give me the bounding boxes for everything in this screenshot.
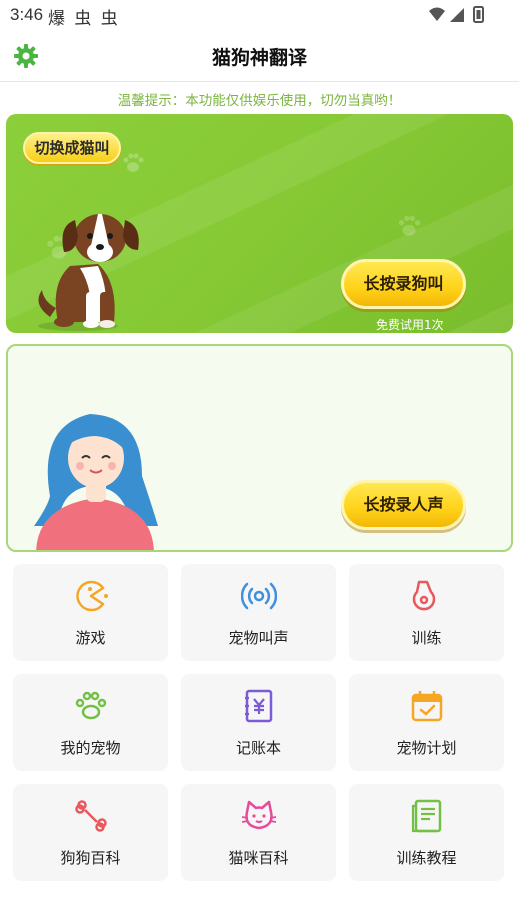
grid-item-dog-encyclopedia[interactable]: 狗狗百科 [13, 784, 168, 881]
grid-item-label: 游戏 [75, 629, 106, 647]
grid-item-label: 训练教程 [396, 849, 457, 867]
book-icon [411, 799, 441, 833]
dog-illustration [38, 214, 139, 331]
paw-print-decoration [123, 153, 144, 172]
grid-item-label: 记账本 [235, 739, 281, 757]
broadcast-icon [240, 582, 277, 610]
status-app-notifications: 爆 虫 虫 [48, 9, 120, 29]
bone-icon [74, 800, 107, 832]
grid-item-label: 狗狗百科 [60, 849, 121, 867]
grid-item-label: 训练 [411, 629, 442, 647]
grid-item-pet-sounds[interactable]: 宠物叫声 [181, 564, 336, 661]
woman-illustration [34, 414, 158, 550]
switch-to-cat-button[interactable]: 切换成猫叫 [23, 132, 121, 164]
signal-icon [450, 8, 464, 22]
grid-item-pet-plan[interactable]: 宠物计划 [349, 674, 504, 771]
grid-item-label: 猫咪百科 [228, 849, 289, 867]
human-translate-card: 长按录人声 [6, 344, 513, 552]
grid-item-training-tutorial[interactable]: 训练教程 [349, 784, 504, 881]
grid-item-cat-encyclopedia[interactable]: 猫咪百科 [181, 784, 336, 881]
grid-item-label: 宠物计划 [396, 739, 457, 757]
record-dog-bark-button[interactable]: 长按录狗叫 [341, 259, 466, 309]
app-header: 猫狗神翻译 [0, 30, 519, 82]
grid-item-games[interactable]: 游戏 [13, 564, 168, 661]
grid-item-label: 我的宠物 [60, 739, 121, 757]
record-human-voice-button[interactable]: 长按录人声 [341, 480, 466, 530]
grid-item-my-pets[interactable]: 我的宠物 [13, 674, 168, 771]
page-title: 猫狗神翻译 [211, 47, 307, 69]
whistle-icon [412, 580, 435, 611]
status-time: 3:46 [10, 5, 44, 24]
ledger-icon [244, 689, 272, 723]
grid-item-label: 宠物叫声 [228, 629, 289, 647]
pacman-icon [75, 580, 108, 612]
paw-icon [75, 691, 106, 720]
cat-face-icon [241, 800, 276, 830]
status-icons [429, 6, 484, 23]
dog-translate-card: 切换成猫叫 长按录狗叫 免费试用1次 [6, 114, 513, 333]
calendar-check-icon [411, 691, 442, 722]
grid-item-ledger[interactable]: 记账本 [181, 674, 336, 771]
disclaimer-tip: 温馨提示：本功能仅供娱乐使用，切勿当真哟！ [117, 93, 402, 109]
grid-item-training[interactable]: 训练 [349, 564, 504, 661]
wifi-icon [429, 7, 445, 21]
free-trial-label: 免费试用1次 [376, 318, 444, 332]
paw-print-decoration [398, 215, 421, 236]
status-bar: 3:46 爆 虫 虫 [0, 0, 519, 30]
